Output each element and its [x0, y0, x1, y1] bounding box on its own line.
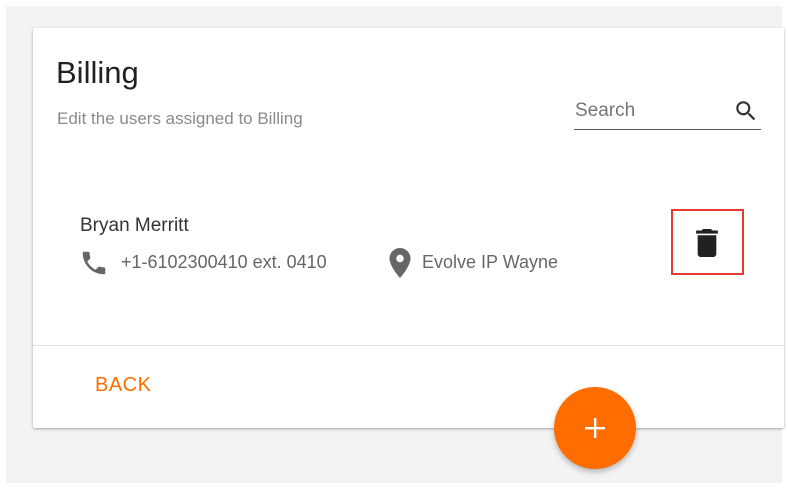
location-pin-icon: [388, 248, 412, 278]
user-name: Bryan Merritt: [80, 215, 189, 236]
trash-icon: [696, 229, 718, 257]
page-subtitle: Edit the users assigned to Billing: [57, 109, 303, 128]
list-item: Bryan Merritt +1-6102300410 ext. 0410 Ev…: [33, 198, 784, 298]
phone-icon: [79, 248, 109, 278]
add-user-button[interactable]: [554, 387, 636, 469]
divider: [33, 345, 784, 346]
search-input[interactable]: [574, 96, 725, 126]
search-icon[interactable]: [733, 98, 759, 124]
user-phone: +1-6102300410 ext. 0410: [121, 252, 327, 272]
delete-user-button[interactable]: [671, 209, 744, 275]
back-button[interactable]: BACK: [83, 366, 163, 404]
group-card: Billing Edit the users assigned to Billi…: [33, 28, 784, 428]
plus-icon: [585, 418, 605, 438]
page-title: Billing: [56, 55, 139, 90]
user-location: Evolve IP Wayne: [422, 252, 559, 272]
search-field: [574, 96, 761, 130]
